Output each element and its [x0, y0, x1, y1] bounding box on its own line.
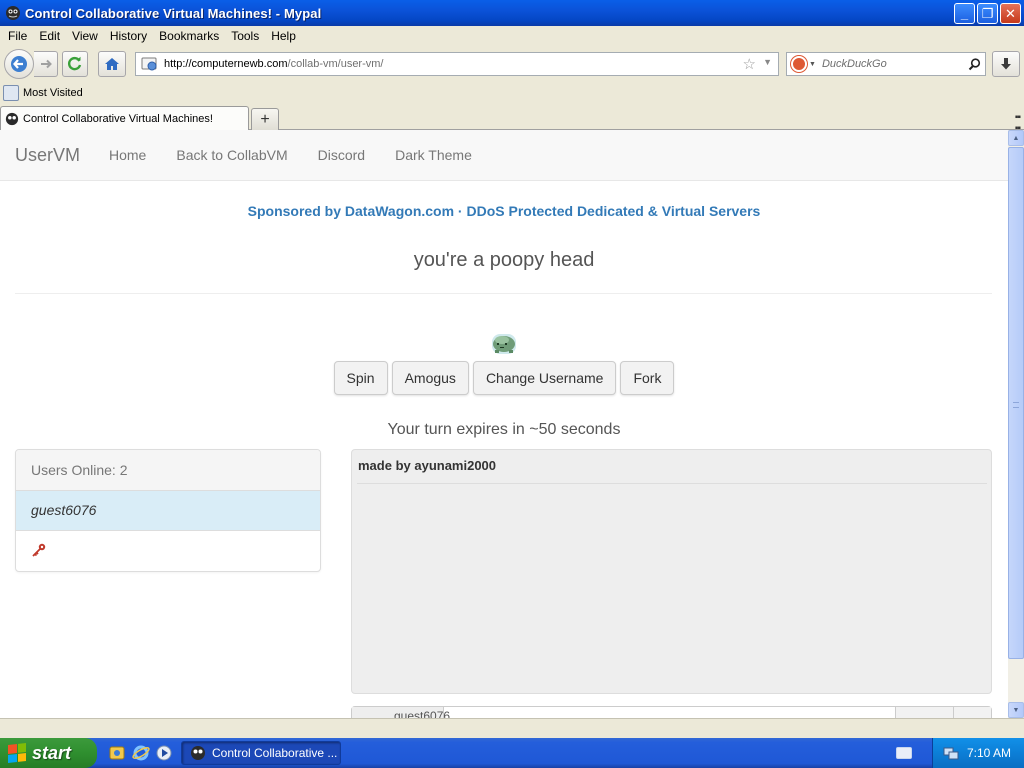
- key-icon: [32, 543, 46, 557]
- chat-username-prefix: guest6076: [352, 707, 450, 718]
- menu-view[interactable]: View: [66, 29, 104, 43]
- search-placeholder: DuckDuckGo: [821, 58, 887, 70]
- start-label: start: [32, 742, 72, 763]
- site-identity-icon: [141, 57, 157, 71]
- nav-link-back-to-collabvm[interactable]: Back to CollabVM: [161, 147, 302, 163]
- spin-button[interactable]: Spin: [333, 361, 388, 395]
- forward-button[interactable]: [34, 51, 58, 77]
- reload-icon: [68, 56, 82, 71]
- turn-status: Your turn expires in ~50 seconds: [387, 421, 621, 438]
- users-online-panel: Users Online: 2 guest6076: [15, 449, 321, 572]
- maximize-button[interactable]: ❐: [977, 3, 998, 24]
- menu-edit[interactable]: Edit: [33, 29, 66, 43]
- scroll-thumb[interactable]: [1008, 147, 1024, 659]
- menu-history[interactable]: History: [104, 29, 153, 43]
- sponsor-link[interactable]: Sponsored by DataWagon.com · DDoS Protec…: [0, 203, 1008, 219]
- new-tab-button[interactable]: +: [251, 108, 279, 130]
- download-arrow-icon: [1001, 58, 1011, 70]
- bookmarks-toolbar: Most Visited: [0, 82, 1024, 104]
- menu-file[interactable]: File: [2, 29, 33, 43]
- site-brand[interactable]: UserVM: [15, 145, 80, 166]
- taskbar-mypal-icon: [191, 746, 205, 760]
- network-icon[interactable]: [943, 745, 959, 761]
- reload-button[interactable]: [62, 51, 88, 77]
- nav-link-dark-theme[interactable]: Dark Theme: [380, 147, 487, 163]
- chat-input[interactable]: [444, 707, 895, 718]
- taskbar: start Control Collaborative ... 7:10 AM: [0, 738, 1024, 768]
- scroll-up-icon[interactable]: ▲: [1008, 130, 1024, 146]
- send-button[interactable]: [895, 707, 953, 718]
- users-online-header: Users Online: 2: [16, 450, 320, 491]
- search-bar[interactable]: ▼ DuckDuckGo: [786, 52, 986, 76]
- tab-strip: Control Collaborative Virtual Machines! …: [0, 104, 1024, 134]
- scroll-down-icon[interactable]: ▼: [1008, 702, 1024, 718]
- chat-message: made by ayunami2000: [358, 458, 497, 473]
- start-button[interactable]: start: [0, 738, 97, 768]
- site-navbar: UserVM Home Back to CollabVM Discord Dar…: [0, 130, 1008, 181]
- nav-link-discord[interactable]: Discord: [303, 147, 380, 163]
- back-arrow-icon: [11, 56, 27, 72]
- bookmark-most-visited[interactable]: Most Visited: [23, 87, 83, 99]
- close-button[interactable]: ✕: [1000, 3, 1021, 24]
- mypal-app-icon: [6, 6, 20, 20]
- search-engine-dropdown-icon[interactable]: ▼: [809, 61, 816, 68]
- menu-help[interactable]: Help: [265, 29, 302, 43]
- quick-launch-explorer-icon[interactable]: [108, 744, 126, 762]
- amogus-button[interactable]: Amogus: [391, 361, 469, 395]
- divider: [15, 293, 992, 294]
- action-buttons: Spin Amogus Change Username Fork: [0, 361, 1008, 395]
- menu-tools[interactable]: Tools: [225, 29, 265, 43]
- tab-favicon-icon: [5, 112, 19, 125]
- turtle-sprite-icon: [492, 334, 516, 354]
- quick-launch-ie-icon[interactable]: [132, 744, 150, 762]
- back-button[interactable]: [4, 49, 34, 79]
- menu-bar: File Edit View History Bookmarks Tools H…: [0, 26, 1024, 46]
- user-list-item[interactable]: guest6076: [16, 491, 320, 531]
- change-username-button[interactable]: Change Username: [472, 361, 617, 395]
- home-button[interactable]: [98, 51, 126, 77]
- url-text: http://computernewb.com/collab-vm/user-v…: [164, 58, 383, 70]
- system-tray: 7:10 AM: [932, 738, 1024, 768]
- chat-panel: made by ayunami2000: [351, 449, 992, 694]
- tab-collabvm[interactable]: Control Collaborative Virtual Machines!: [0, 106, 249, 130]
- duckduckgo-icon[interactable]: [791, 56, 807, 72]
- address-bar[interactable]: http://computernewb.com/collab-vm/user-v…: [135, 52, 779, 76]
- page-viewport: UserVM Home Back to CollabVM Discord Dar…: [0, 130, 1008, 718]
- browser-status-bar: [0, 718, 1024, 738]
- most-visited-folder-icon: [3, 85, 19, 101]
- minimize-button[interactable]: _: [954, 3, 975, 24]
- search-icon[interactable]: [968, 58, 981, 71]
- url-host: http://computernewb.com: [164, 58, 288, 70]
- page-scrollbar[interactable]: ▲ ▼: [1008, 130, 1024, 718]
- url-path: /collab-vm/user-vm/: [287, 58, 384, 70]
- chat-input-group: guest6076: [351, 706, 992, 718]
- windows-logo-icon: [8, 743, 26, 763]
- fork-button[interactable]: Fork: [620, 361, 675, 395]
- window-title: Control Collaborative Virtual Machines! …: [25, 5, 322, 21]
- taskbar-item-browser[interactable]: Control Collaborative ...: [181, 741, 341, 765]
- chat-message-divider: [357, 483, 987, 484]
- nav-link-home[interactable]: Home: [94, 147, 161, 163]
- taskbar-item-label: Control Collaborative ...: [212, 746, 338, 760]
- url-dropdown-icon[interactable]: ▼: [763, 57, 772, 67]
- clock[interactable]: 7:10 AM: [967, 746, 1011, 760]
- message-of-the-day: you're a poopy head: [413, 249, 595, 271]
- bookmark-star-icon[interactable]: ☆: [743, 55, 756, 73]
- home-icon: [105, 58, 119, 70]
- forward-arrow-icon: [40, 59, 52, 69]
- navigation-toolbar: http://computernewb.com/collab-vm/user-v…: [0, 46, 1024, 82]
- window-title-bar[interactable]: Control Collaborative Virtual Machines! …: [0, 0, 1024, 26]
- downloads-button[interactable]: [992, 51, 1020, 77]
- menu-bookmarks[interactable]: Bookmarks: [153, 29, 225, 43]
- chat-options-button[interactable]: [953, 707, 991, 718]
- keyboard-layout-icon[interactable]: [896, 747, 912, 759]
- user-list-item[interactable]: [16, 531, 320, 571]
- tab-label: Control Collaborative Virtual Machines!: [23, 112, 213, 125]
- quick-launch-media-player-icon[interactable]: [155, 744, 173, 762]
